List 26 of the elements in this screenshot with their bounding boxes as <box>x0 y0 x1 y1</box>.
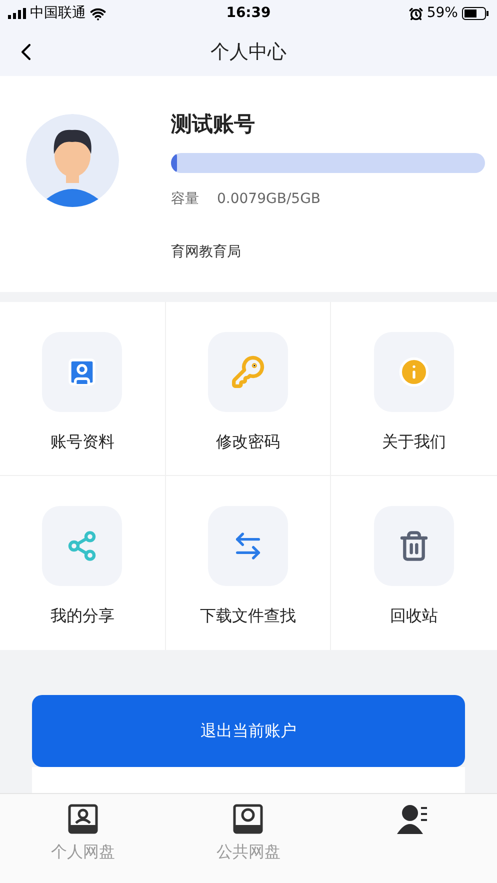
user-drive-icon <box>68 804 98 834</box>
battery-icon <box>462 7 489 20</box>
info-icon <box>398 356 430 388</box>
clock-time: 16:39 <box>226 4 271 24</box>
contact-card-icon <box>66 356 98 388</box>
organization-name: 育网教育局 <box>171 242 242 262</box>
page-title: 个人中心 <box>210 40 286 65</box>
shared-drive-icon <box>233 804 264 834</box>
signal-icon <box>8 8 26 20</box>
menu-item[interactable]: 关于我们 <box>331 302 497 476</box>
logout-button[interactable]: 退出当前账户 <box>32 695 465 768</box>
menu-item[interactable]: 账号资料 <box>0 302 166 476</box>
menu-item[interactable]: 修改密码 <box>166 302 332 476</box>
menu-item[interactable]: 下载文件查找 <box>166 476 332 650</box>
account-name: 测试账号 <box>171 114 256 135</box>
storage-reading: 0.0079GB/5GB <box>217 190 321 209</box>
alarm-icon <box>408 6 423 21</box>
key-icon <box>230 355 265 390</box>
trash-icon <box>398 530 430 562</box>
carrier-name: 中国联通 <box>30 4 86 24</box>
menu-item[interactable]: 回收站 <box>331 476 497 650</box>
storage-label: 容量 <box>171 190 199 209</box>
battery-percent: 59% <box>426 4 458 24</box>
wifi-icon <box>90 6 106 22</box>
menu-item[interactable]: 我的分享 <box>0 476 166 650</box>
share-icon <box>66 530 98 562</box>
